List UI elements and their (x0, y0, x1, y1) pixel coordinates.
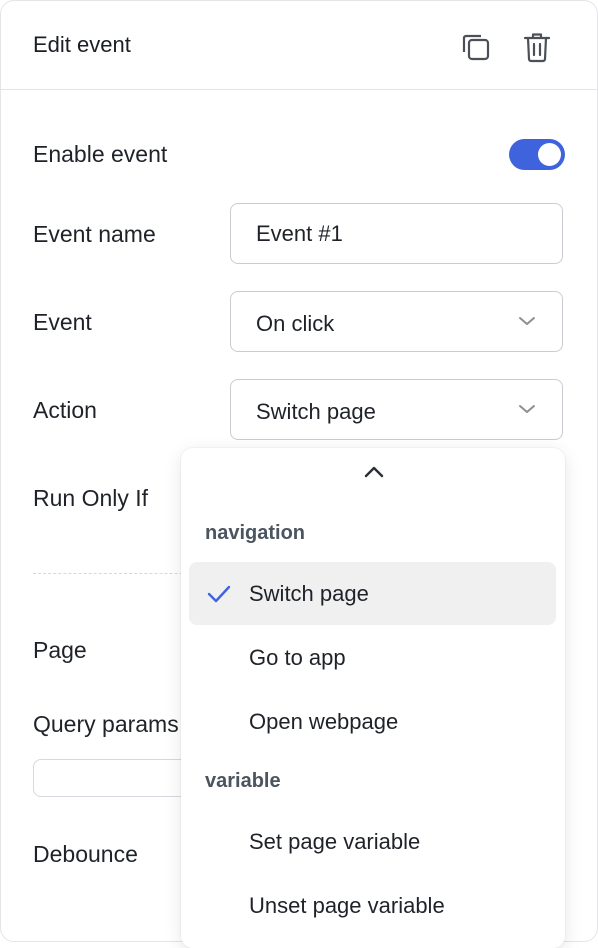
trash-icon[interactable] (522, 31, 552, 63)
page-label: Page (33, 637, 87, 663)
run-only-if-label: Run Only If (33, 485, 149, 511)
option-label: Switch page (249, 581, 369, 606)
check-icon (206, 584, 232, 609)
query-params-label: Query params (33, 711, 179, 737)
option-switch-page[interactable]: Switch page (189, 562, 556, 625)
option-set-page-variable[interactable]: Set page variable (189, 810, 556, 873)
option-label: Open webpage (249, 709, 399, 734)
enable-event-label: Enable event (33, 141, 168, 167)
panel-title: Edit event (33, 32, 131, 57)
action-label: Action (33, 397, 97, 423)
chevron-down-icon (518, 402, 536, 420)
option-unset-page-variable[interactable]: Unset page variable (189, 874, 556, 937)
option-go-to-app[interactable]: Go to app (189, 626, 556, 689)
event-label: Event (33, 309, 92, 335)
option-label: Unset page variable (249, 893, 445, 918)
copy-icon[interactable] (460, 31, 490, 61)
panel-header: Edit event (1, 1, 597, 90)
group-label-variable: variable (205, 770, 281, 792)
option-open-webpage[interactable]: Open webpage (189, 690, 556, 753)
option-label: Go to app (249, 645, 346, 670)
option-label: Set page variable (249, 829, 421, 854)
event-name-input[interactable] (256, 221, 546, 247)
enable-event-toggle[interactable] (509, 139, 565, 170)
event-name-field[interactable] (230, 203, 563, 264)
toggle-knob (538, 143, 561, 166)
section-divider (33, 573, 203, 574)
action-select-value: Switch page (256, 399, 376, 424)
group-label-navigation: navigation (205, 522, 306, 544)
event-name-label: Event name (33, 221, 156, 247)
chevron-down-icon (518, 314, 536, 332)
event-select[interactable]: On click (230, 291, 563, 352)
event-select-value: On click (256, 311, 335, 336)
debounce-label: Debounce (33, 841, 138, 867)
scroll-up-icon[interactable] (363, 464, 385, 485)
action-select[interactable]: Switch page (230, 379, 563, 440)
